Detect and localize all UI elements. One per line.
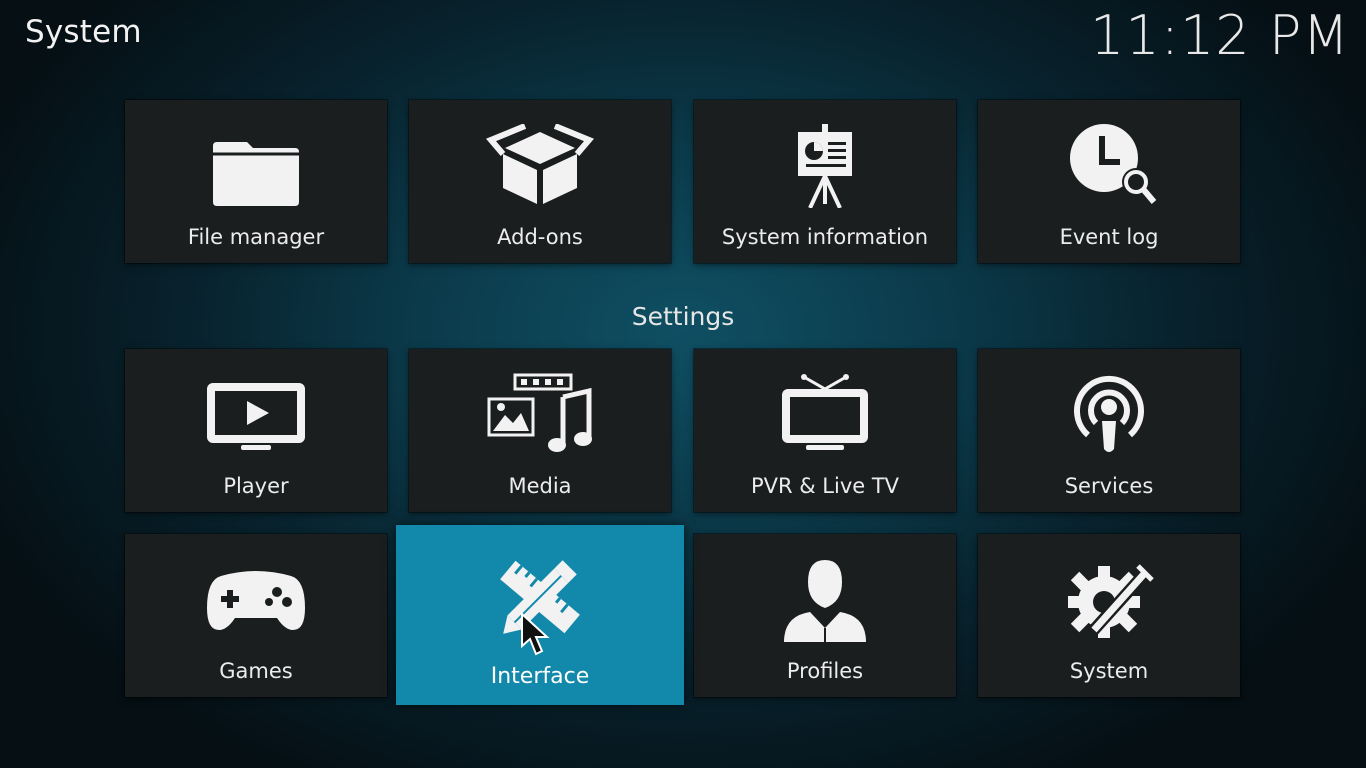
system-information-tile[interactable]: System information bbox=[694, 100, 956, 263]
event-log-label: Event log bbox=[1059, 225, 1159, 249]
file-manager-label: File manager bbox=[187, 225, 325, 249]
profiles-label: Profiles bbox=[786, 659, 864, 683]
player-label: Player bbox=[223, 474, 289, 498]
services-label: Services bbox=[1064, 474, 1154, 498]
services-tile[interactable]: Services bbox=[978, 349, 1240, 512]
addons-label: Add-ons bbox=[497, 225, 583, 249]
folder-icon bbox=[201, 124, 311, 208]
clock-search-icon bbox=[1054, 124, 1164, 208]
settings-heading: Settings bbox=[631, 302, 735, 331]
system-information-label: System information bbox=[721, 225, 929, 249]
event-log-tile[interactable]: Event log bbox=[978, 100, 1240, 263]
games-label: Games bbox=[219, 659, 293, 683]
profiles-tile[interactable]: Profiles bbox=[694, 534, 956, 697]
gear-wrench-icon bbox=[1054, 558, 1164, 642]
addons-tile[interactable]: Add-ons bbox=[409, 100, 671, 263]
mouse-cursor-icon bbox=[520, 611, 550, 658]
presentation-board-icon bbox=[770, 124, 880, 208]
player-tile[interactable]: Player bbox=[125, 349, 387, 512]
interface-label: Interface bbox=[490, 664, 590, 689]
page-title: System bbox=[25, 14, 142, 50]
person-icon bbox=[770, 558, 880, 642]
box-icon bbox=[485, 124, 595, 208]
gamepad-icon bbox=[201, 558, 311, 642]
media-icon bbox=[485, 373, 595, 457]
media-label: Media bbox=[508, 474, 572, 498]
pvr-live-tv-label: PVR & Live TV bbox=[750, 474, 900, 498]
games-tile[interactable]: Games bbox=[125, 534, 387, 697]
system-settings-tile[interactable]: System bbox=[978, 534, 1240, 697]
tv-antenna-icon bbox=[770, 373, 880, 457]
podcast-icon bbox=[1054, 373, 1164, 457]
pvr-live-tv-tile[interactable]: PVR & Live TV bbox=[694, 349, 956, 512]
clock: 11:12 PM bbox=[1090, 4, 1350, 67]
tv-play-icon bbox=[201, 373, 311, 457]
system-settings-label: System bbox=[1069, 659, 1149, 683]
file-manager-tile[interactable]: File manager bbox=[125, 100, 387, 263]
media-tile[interactable]: Media bbox=[409, 349, 671, 512]
